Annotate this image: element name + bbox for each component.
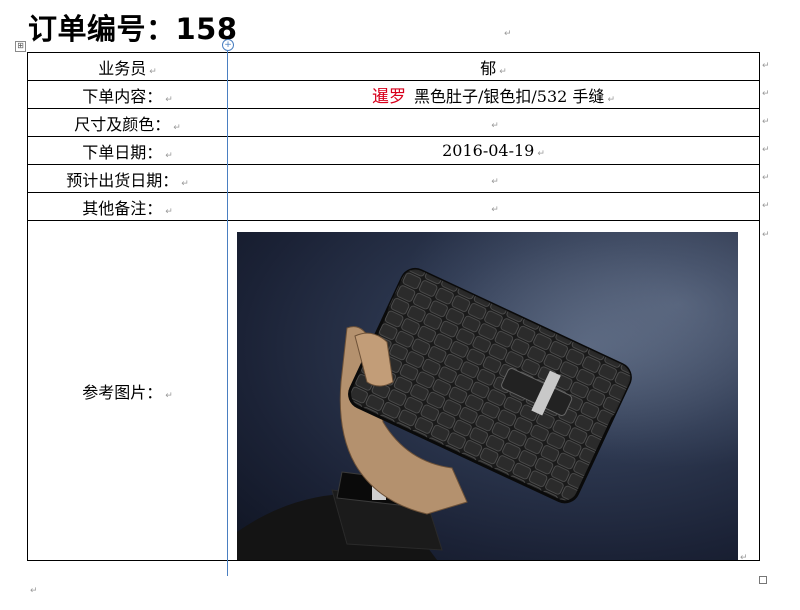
table-row: 业务员 ↵ 郁 ↵: [27, 52, 760, 81]
cell-mark: ↵: [149, 66, 157, 77]
table-row: 下单日期： ↵ 2016-04-19 ↵: [27, 136, 760, 165]
cell-mark: ↵: [165, 390, 173, 401]
row-end-mark: ↵: [762, 89, 770, 99]
row-label: 尺寸及颜色：: [74, 114, 171, 134]
table-resize-handle[interactable]: [759, 576, 767, 584]
wallet-in-hand-illustration: [237, 267, 632, 560]
cell-mark: ↵: [499, 66, 507, 77]
row-label: 预计出货日期：: [66, 170, 179, 190]
row-label-cell[interactable]: 下单日期： ↵: [27, 136, 228, 165]
row-value-cell[interactable]: 暹罗 黑色肚子/银色扣/532 手缝 ↵: [227, 80, 760, 109]
row-label: 下单日期：: [82, 142, 163, 162]
column-insert-handle[interactable]: +: [222, 39, 234, 51]
row-end-mark: ↵: [762, 117, 770, 127]
row-label: 参考图片：: [82, 382, 163, 402]
row-label: 其他备注：: [82, 198, 163, 218]
row-value-cell[interactable]: 2016-04-19 ↵: [227, 136, 760, 165]
cell-mark: ↵: [165, 150, 173, 161]
paragraph-mark: ↵: [30, 586, 38, 596]
table-row: 预计出货日期： ↵ ↵: [27, 164, 760, 193]
cell-mark: ↵: [181, 178, 189, 189]
order-table: 业务员 ↵ 郁 ↵ 下单内容： ↵ 暹罗 黑色肚子/银色扣/532 手缝 ↵ 尺寸及颜色：…: [27, 52, 760, 561]
row-label: 业务员: [98, 58, 147, 78]
order-date-value: 2016-04-19: [442, 141, 535, 160]
salesperson-value: 郁: [480, 58, 497, 78]
row-label-cell[interactable]: 下单内容： ↵: [27, 80, 228, 109]
row-end-mark: ↵: [762, 145, 770, 155]
row-end-mark: ↵: [762, 173, 770, 183]
row-label-cell[interactable]: 参考图片： ↵: [27, 220, 228, 561]
row-value-cell[interactable]: ↵: [227, 108, 760, 137]
row-label-cell[interactable]: 预计出货日期： ↵: [27, 164, 228, 193]
reference-image-cell[interactable]: [227, 220, 760, 561]
table-row: 尺寸及颜色： ↵ ↵: [27, 108, 760, 137]
cell-mark: ↵: [173, 122, 181, 133]
order-title: 订单编号：158: [28, 12, 238, 46]
row-value-cell[interactable]: ↵: [227, 164, 760, 193]
row-label-cell[interactable]: 业务员 ↵: [27, 52, 228, 81]
cell-mark: ↵: [491, 205, 499, 215]
row-end-mark: ↵: [762, 230, 770, 240]
table-row: 其他备注： ↵ ↵: [27, 192, 760, 221]
row-label-cell[interactable]: 其他备注： ↵: [27, 192, 228, 221]
brand-name: 暹罗: [372, 87, 407, 107]
row-label-cell[interactable]: 尺寸及颜色： ↵: [27, 108, 228, 137]
cell-mark: ↵: [491, 121, 499, 131]
row-end-mark: ↵: [762, 201, 770, 211]
table-move-handle[interactable]: ⊞: [15, 41, 26, 52]
cell-mark: ↵: [491, 177, 499, 187]
column-guide-line: [227, 51, 228, 576]
image-end-mark: ↵: [740, 553, 748, 563]
row-label: 下单内容：: [82, 86, 163, 106]
reference-photo[interactable]: [237, 232, 738, 560]
order-content-value: 黑色肚子/银色扣/532 手缝: [414, 87, 605, 106]
row-end-mark: ↵: [762, 61, 770, 71]
row-value-cell[interactable]: 郁 ↵: [227, 52, 760, 81]
cell-mark: ↵: [165, 206, 173, 217]
row-value-cell[interactable]: ↵: [227, 192, 760, 221]
cell-mark: ↵: [607, 95, 615, 105]
table-row: 下单内容： ↵ 暹罗 黑色肚子/银色扣/532 手缝 ↵: [27, 80, 760, 109]
table-row: 参考图片： ↵: [27, 220, 760, 561]
cell-mark: ↵: [537, 149, 545, 159]
cell-mark: ↵: [165, 94, 173, 105]
paragraph-mark: ↵: [504, 29, 512, 39]
